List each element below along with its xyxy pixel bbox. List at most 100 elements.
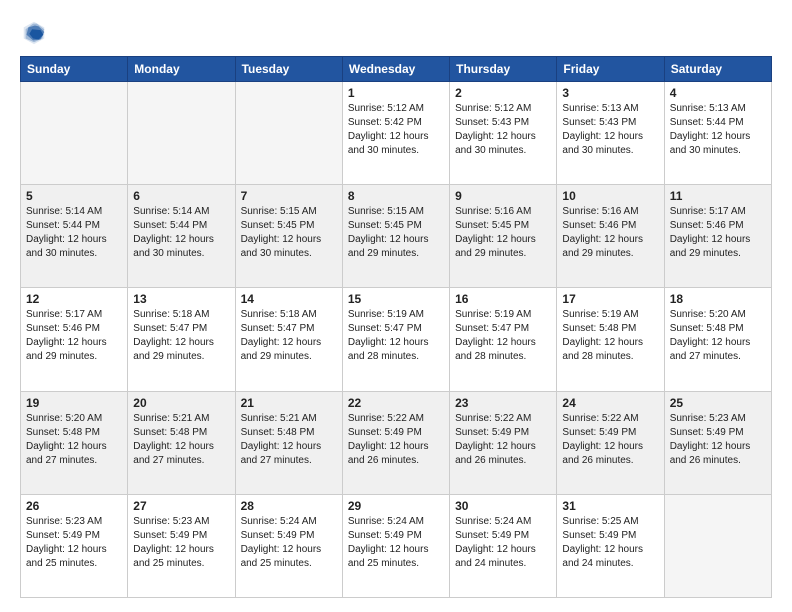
day-info: Sunrise: 5:22 AM Sunset: 5:49 PM Dayligh… (562, 412, 658, 468)
day-info: Sunrise: 5:18 AM Sunset: 5:47 PM Dayligh… (241, 308, 337, 364)
day-info: Sunrise: 5:17 AM Sunset: 5:46 PM Dayligh… (26, 308, 122, 364)
day-number: 13 (133, 292, 229, 306)
day-number: 29 (348, 499, 444, 513)
week-row-1: 1 Sunrise: 5:12 AM Sunset: 5:42 PM Daylig… (21, 82, 772, 185)
day-info: Sunrise: 5:22 AM Sunset: 5:49 PM Dayligh… (455, 412, 551, 468)
day-cell: 28 Sunrise: 5:24 AM Sunset: 5:49 PM Dayli… (235, 494, 342, 597)
day-info: Sunrise: 5:24 AM Sunset: 5:49 PM Dayligh… (348, 515, 444, 571)
day-number: 9 (455, 189, 551, 203)
day-number: 8 (348, 189, 444, 203)
day-cell: 13 Sunrise: 5:18 AM Sunset: 5:47 PM Dayli… (128, 288, 235, 391)
day-info: Sunrise: 5:14 AM Sunset: 5:44 PM Dayligh… (133, 205, 229, 261)
day-cell: 27 Sunrise: 5:23 AM Sunset: 5:49 PM Dayli… (128, 494, 235, 597)
day-number: 7 (241, 189, 337, 203)
day-cell: 5 Sunrise: 5:14 AM Sunset: 5:44 PM Daylig… (21, 185, 128, 288)
weekday-header-row: SundayMondayTuesdayWednesdayThursdayFrid… (21, 57, 772, 82)
day-cell: 4 Sunrise: 5:13 AM Sunset: 5:44 PM Daylig… (664, 82, 771, 185)
day-number: 3 (562, 86, 658, 100)
day-number: 6 (133, 189, 229, 203)
day-cell: 24 Sunrise: 5:22 AM Sunset: 5:49 PM Dayli… (557, 391, 664, 494)
day-info: Sunrise: 5:19 AM Sunset: 5:47 PM Dayligh… (348, 308, 444, 364)
day-number: 15 (348, 292, 444, 306)
day-info: Sunrise: 5:12 AM Sunset: 5:42 PM Dayligh… (348, 102, 444, 158)
logo (20, 18, 52, 46)
day-cell: 8 Sunrise: 5:15 AM Sunset: 5:45 PM Daylig… (342, 185, 449, 288)
day-number: 17 (562, 292, 658, 306)
day-cell (235, 82, 342, 185)
day-number: 30 (455, 499, 551, 513)
day-number: 27 (133, 499, 229, 513)
day-cell: 22Sunrise: 5:22 AM Sunset: 5:49 PM Dayli… (342, 391, 449, 494)
day-info: Sunrise: 5:23 AM Sunset: 5:49 PM Dayligh… (26, 515, 122, 571)
day-number: 26 (26, 499, 122, 513)
day-info: Sunrise: 5:20 AM Sunset: 5:48 PM Dayligh… (670, 308, 766, 364)
day-cell: 31Sunrise: 5:25 AM Sunset: 5:49 PM Dayli… (557, 494, 664, 597)
day-cell: 23Sunrise: 5:22 AM Sunset: 5:49 PM Dayli… (450, 391, 557, 494)
day-cell: 15 Sunrise: 5:19 AM Sunset: 5:47 PM Dayli… (342, 288, 449, 391)
day-info: Sunrise: 5:12 AM Sunset: 5:43 PM Dayligh… (455, 102, 551, 158)
day-info: Sunrise: 5:16 AM Sunset: 5:46 PM Dayligh… (562, 205, 658, 261)
week-row-2: 5 Sunrise: 5:14 AM Sunset: 5:44 PM Daylig… (21, 185, 772, 288)
day-number: 14 (241, 292, 337, 306)
day-number: 10 (562, 189, 658, 203)
day-info: Sunrise: 5:19 AM Sunset: 5:48 PM Dayligh… (562, 308, 658, 364)
day-info: Sunrise: 5:16 AM Sunset: 5:45 PM Dayligh… (455, 205, 551, 261)
day-info: Sunrise: 5:18 AM Sunset: 5:47 PM Dayligh… (133, 308, 229, 364)
day-cell: 26 Sunrise: 5:23 AM Sunset: 5:49 PM Dayli… (21, 494, 128, 597)
day-cell (128, 82, 235, 185)
day-info: Sunrise: 5:14 AM Sunset: 5:44 PM Dayligh… (26, 205, 122, 261)
day-info: Sunrise: 5:22 AM Sunset: 5:49 PM Dayligh… (348, 412, 444, 468)
day-cell: 20Sunrise: 5:21 AM Sunset: 5:48 PM Dayli… (128, 391, 235, 494)
day-number: 4 (670, 86, 766, 100)
weekday-saturday: Saturday (664, 57, 771, 82)
day-number: 24 (562, 396, 658, 410)
day-info: Sunrise: 5:13 AM Sunset: 5:43 PM Dayligh… (562, 102, 658, 158)
day-cell: 6 Sunrise: 5:14 AM Sunset: 5:44 PM Daylig… (128, 185, 235, 288)
day-cell (21, 82, 128, 185)
day-info: Sunrise: 5:15 AM Sunset: 5:45 PM Dayligh… (348, 205, 444, 261)
day-cell: 1 Sunrise: 5:12 AM Sunset: 5:42 PM Daylig… (342, 82, 449, 185)
weekday-sunday: Sunday (21, 57, 128, 82)
week-row-5: 26 Sunrise: 5:23 AM Sunset: 5:49 PM Dayli… (21, 494, 772, 597)
day-number: 16 (455, 292, 551, 306)
weekday-monday: Monday (128, 57, 235, 82)
week-row-3: 12Sunrise: 5:17 AM Sunset: 5:46 PM Dayli… (21, 288, 772, 391)
day-cell: 29 Sunrise: 5:24 AM Sunset: 5:49 PM Dayli… (342, 494, 449, 597)
day-info: Sunrise: 5:13 AM Sunset: 5:44 PM Dayligh… (670, 102, 766, 158)
day-number: 5 (26, 189, 122, 203)
day-info: Sunrise: 5:23 AM Sunset: 5:49 PM Dayligh… (133, 515, 229, 571)
day-info: Sunrise: 5:20 AM Sunset: 5:48 PM Dayligh… (26, 412, 122, 468)
day-number: 1 (348, 86, 444, 100)
day-number: 2 (455, 86, 551, 100)
day-cell: 16Sunrise: 5:19 AM Sunset: 5:47 PM Dayli… (450, 288, 557, 391)
day-cell (664, 494, 771, 597)
week-row-4: 19 Sunrise: 5:20 AM Sunset: 5:48 PM Dayli… (21, 391, 772, 494)
day-info: Sunrise: 5:21 AM Sunset: 5:48 PM Dayligh… (241, 412, 337, 468)
day-info: Sunrise: 5:24 AM Sunset: 5:49 PM Dayligh… (455, 515, 551, 571)
day-cell: 9 Sunrise: 5:16 AM Sunset: 5:45 PM Daylig… (450, 185, 557, 288)
calendar-table: SundayMondayTuesdayWednesdayThursdayFrid… (20, 56, 772, 598)
logo-icon (20, 18, 48, 46)
day-cell: 30 Sunrise: 5:24 AM Sunset: 5:49 PM Dayli… (450, 494, 557, 597)
day-cell: 19 Sunrise: 5:20 AM Sunset: 5:48 PM Dayli… (21, 391, 128, 494)
day-number: 18 (670, 292, 766, 306)
day-number: 25 (670, 396, 766, 410)
header (20, 18, 772, 46)
day-cell: 12Sunrise: 5:17 AM Sunset: 5:46 PM Dayli… (21, 288, 128, 391)
weekday-friday: Friday (557, 57, 664, 82)
day-number: 19 (26, 396, 122, 410)
day-cell: 2 Sunrise: 5:12 AM Sunset: 5:43 PM Daylig… (450, 82, 557, 185)
day-info: Sunrise: 5:15 AM Sunset: 5:45 PM Dayligh… (241, 205, 337, 261)
day-number: 20 (133, 396, 229, 410)
day-cell: 11 Sunrise: 5:17 AM Sunset: 5:46 PM Dayli… (664, 185, 771, 288)
day-cell: 17 Sunrise: 5:19 AM Sunset: 5:48 PM Dayli… (557, 288, 664, 391)
day-info: Sunrise: 5:25 AM Sunset: 5:49 PM Dayligh… (562, 515, 658, 571)
day-info: Sunrise: 5:17 AM Sunset: 5:46 PM Dayligh… (670, 205, 766, 261)
day-number: 21 (241, 396, 337, 410)
day-cell: 7 Sunrise: 5:15 AM Sunset: 5:45 PM Daylig… (235, 185, 342, 288)
day-number: 28 (241, 499, 337, 513)
weekday-thursday: Thursday (450, 57, 557, 82)
day-cell: 14 Sunrise: 5:18 AM Sunset: 5:47 PM Dayli… (235, 288, 342, 391)
day-info: Sunrise: 5:24 AM Sunset: 5:49 PM Dayligh… (241, 515, 337, 571)
day-number: 11 (670, 189, 766, 203)
